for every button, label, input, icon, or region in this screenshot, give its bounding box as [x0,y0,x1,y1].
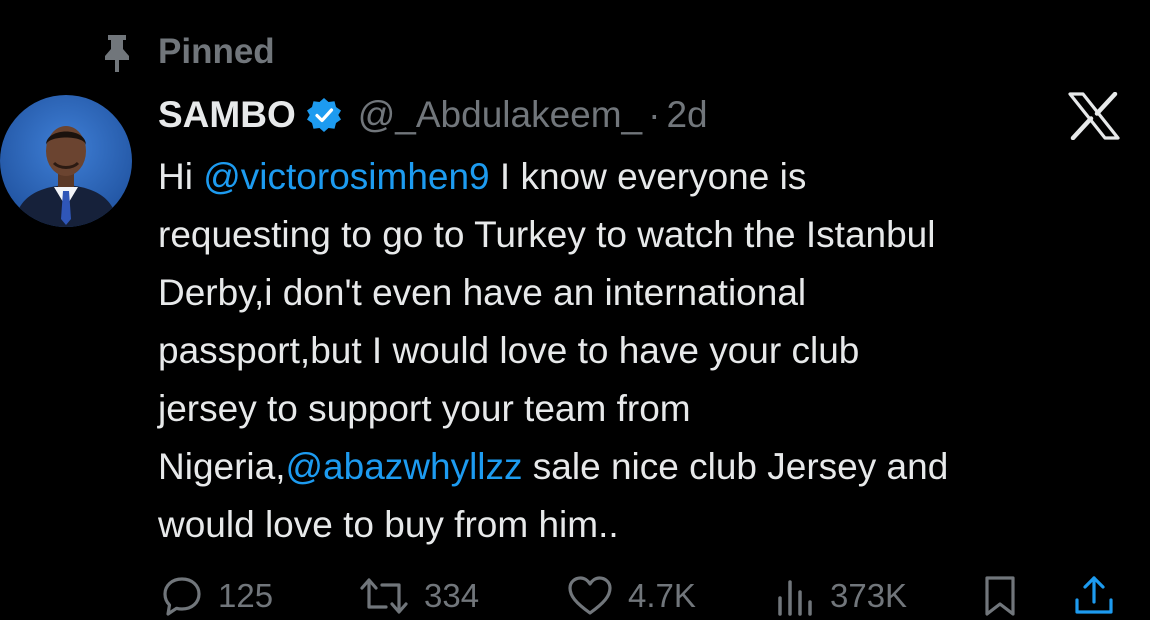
tweet-line: Hi @victorosimhen9 I know everyone is [158,148,1138,206]
tweet-line: would love to buy from him.. [158,496,1138,554]
like-count: 4.7K [628,577,696,614]
tweet-line: Derby,i don't even have an international [158,264,1138,322]
text-segment: jersey to support your team from [158,388,691,429]
tweet-header: SAMBO @_Abdulakeem_ · 2d [158,89,708,141]
text-segment: Derby,i don't even have an international [158,272,807,313]
text-segment: Nigeria, [158,446,286,487]
pinned-label: Pinned [158,32,275,71]
mention-link[interactable]: @victorosimhen9 [203,156,489,197]
tweet-line: passport,but I would love to have your c… [158,322,1138,380]
views-icon [774,574,816,618]
reply-icon [160,574,204,618]
repost-button[interactable]: 334 [358,572,479,620]
bookmark-icon [982,574,1018,618]
bookmark-button[interactable] [982,572,1018,620]
repost-count: 334 [424,577,480,614]
author-name[interactable]: SAMBO [158,94,296,136]
avatar[interactable] [0,95,132,227]
pin-icon [100,30,134,74]
x-logo-icon [1068,91,1120,141]
text-segment: sale nice club Jersey and [522,446,949,487]
share-icon [1072,574,1116,618]
text-segment: would love to buy from him.. [158,504,619,545]
repost-icon [358,574,410,618]
reply-count: 125 [218,577,274,614]
tweet-line: Nigeria,@abazwhyllzz sale nice club Jers… [158,438,1138,496]
author-handle[interactable]: @_Abdulakeem_ [358,94,642,136]
text-segment: I know everyone is [489,156,807,197]
mention-link[interactable]: @abazwhyllzz [286,446,523,487]
header-separator: · [648,94,661,135]
text-segment: requesting to go to Turkey to watch the … [158,214,936,255]
tweet-line: requesting to go to Turkey to watch the … [158,206,1138,264]
pinned-indicator: Pinned [100,30,275,74]
tweet-line: jersey to support your team from [158,380,1138,438]
tweet-actions-bar: 125 334 4.7K 373K [0,572,1150,620]
views-button[interactable]: 373K [774,572,907,620]
text-segment: passport,but I would love to have your c… [158,330,860,371]
tweet-text: Hi @victorosimhen9 I know everyone is re… [158,148,1138,554]
like-button[interactable]: 4.7K [566,572,696,620]
views-count: 373K [830,577,908,614]
share-button[interactable] [1072,572,1116,620]
tweet-timestamp[interactable]: 2d [666,94,707,136]
verified-badge-icon[interactable] [306,96,344,134]
text-segment: Hi [158,156,204,197]
heart-icon [566,574,614,618]
reply-button[interactable]: 125 [160,572,273,620]
